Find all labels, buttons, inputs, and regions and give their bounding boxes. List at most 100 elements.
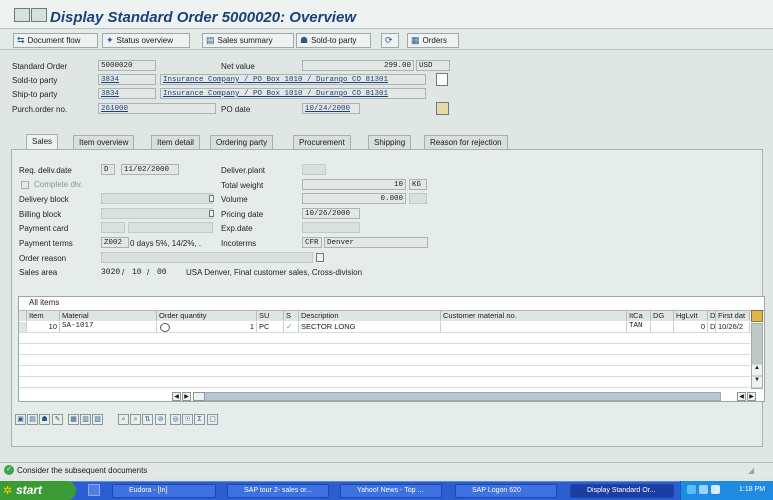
document-flow-button[interactable]: ⇆ Document flow <box>13 33 98 48</box>
deliver-plant-field[interactable] <box>302 164 326 175</box>
table-row-item[interactable]: 10 <box>27 322 60 333</box>
standard-order-field[interactable]: 5000020 <box>98 60 156 71</box>
tab-ordering-party[interactable]: Ordering party <box>210 135 274 149</box>
po-date-field[interactable]: 10/24/2000 <box>302 103 360 114</box>
tray-app-icon[interactable] <box>711 485 720 494</box>
scroll-right-icon-2[interactable]: ▶ <box>747 392 756 401</box>
req-deliv-date-field[interactable]: 11/02/2000 <box>121 164 179 175</box>
delivery-block-field[interactable] <box>101 193 213 204</box>
select-block-icon[interactable]: ▧ <box>92 414 103 425</box>
tray-network-icon[interactable] <box>687 485 696 494</box>
dropdown-icon[interactable] <box>316 253 324 262</box>
volume-field[interactable]: 0.000 <box>302 193 406 204</box>
item-schedule-icon[interactable]: ▤ <box>27 414 38 425</box>
tab-shipping[interactable]: Shipping <box>368 135 412 149</box>
taskbar-item-display-standard-order[interactable]: Display Standard Or... <box>570 484 674 498</box>
pricing-date-field[interactable]: 10/26/2000 <box>302 208 360 219</box>
table-row-material[interactable]: SA-1017 <box>60 322 157 333</box>
payment-card-type-field[interactable] <box>101 222 125 233</box>
column-header-d[interactable]: D <box>708 311 716 321</box>
configuration-button-icon[interactable]: ◎ <box>170 414 181 425</box>
scroll-left-icon[interactable]: ◀ <box>172 392 181 401</box>
delivery-block-dropdown-icon[interactable] <box>209 195 214 202</box>
tab-item-detail[interactable]: Item detail <box>151 135 200 149</box>
variants-icon[interactable]: ▢ <box>207 414 218 425</box>
row-selector-header[interactable] <box>19 311 27 321</box>
tab-item-overview[interactable]: Item overview <box>73 135 135 149</box>
sold-to-party-button[interactable]: ☗ Sold-to party <box>296 33 371 48</box>
column-header-itca[interactable]: ItCa <box>627 311 651 321</box>
order-reason-field[interactable] <box>101 252 313 263</box>
item-partners-icon[interactable]: ☗ <box>39 414 50 425</box>
column-header-description[interactable]: Description <box>299 311 441 321</box>
volume-unit-field[interactable] <box>409 193 427 204</box>
document-icon[interactable] <box>436 73 448 86</box>
incoterms-field[interactable]: CFR <box>302 237 322 248</box>
sold-to-address[interactable]: Insurance Company / PO Box 1010 / Durang… <box>160 74 426 85</box>
net-value-field[interactable]: 299.00 <box>302 60 414 71</box>
ship-to-party-field[interactable]: 3834 <box>98 88 156 99</box>
sales-summary-button[interactable]: ▤ Sales summary <box>202 33 294 48</box>
column-header-hglvit[interactable]: HgLvIt <box>674 311 708 321</box>
column-header-material[interactable]: Material <box>60 311 157 321</box>
complete-dlv-checkbox[interactable] <box>21 181 29 189</box>
taskbar-item-yahoo-news[interactable]: Yahoo! News - Top ... <box>340 484 442 498</box>
column-header-first-date[interactable]: First dat <box>716 311 750 321</box>
column-header-su[interactable]: SU <box>257 311 284 321</box>
taskbar-item-sap-logon[interactable]: SAP Logon 620 <box>455 484 557 498</box>
item-texts-icon[interactable]: ✎ <box>52 414 63 425</box>
tab-sales[interactable]: Sales <box>26 134 59 149</box>
item-details-icon[interactable]: ▣ <box>15 414 26 425</box>
horizontal-scroll-thumb[interactable] <box>193 392 205 401</box>
sort-icon[interactable]: ⇅ <box>142 414 153 425</box>
scroll-down-icon[interactable]: ▼ <box>752 377 762 387</box>
table-row-su[interactable]: PC <box>257 322 284 333</box>
tray-volume-icon[interactable] <box>699 485 708 494</box>
scroll-up-icon[interactable]: ▲ <box>752 365 762 375</box>
table-row-itca[interactable]: TAN <box>627 322 651 333</box>
pricing-icon[interactable]: ☉ <box>182 414 193 425</box>
configuration-icon[interactable] <box>160 323 170 332</box>
billing-block-dropdown-icon[interactable] <box>209 210 214 217</box>
table-settings-icon[interactable] <box>751 310 763 322</box>
column-header-item[interactable]: Item <box>27 311 60 321</box>
taskbar-item-eudora[interactable]: Eudora - [In] <box>112 484 216 498</box>
horizontal-scrollbar[interactable] <box>193 392 721 401</box>
scroll-left-icon-2[interactable]: ◀ <box>737 392 746 401</box>
quick-launch-icon[interactable] <box>88 484 100 496</box>
column-header-dg[interactable]: DG <box>651 311 674 321</box>
filter-icon[interactable]: ⊘ <box>155 414 166 425</box>
table-row-description[interactable]: SECTOR LONG <box>299 322 441 333</box>
weight-unit-field[interactable]: KG <box>409 179 427 190</box>
refresh-button[interactable]: ⟳ <box>381 33 399 48</box>
payment-card-number-field[interactable] <box>128 222 213 233</box>
select-all-icon[interactable]: ▦ <box>68 414 79 425</box>
find-icon[interactable]: ⌕ <box>118 414 129 425</box>
tab-reason-for-rejection[interactable]: Reason for rejection <box>424 135 508 149</box>
sum-icon[interactable]: Σ <box>194 414 205 425</box>
row-selector[interactable] <box>19 322 27 333</box>
column-header-customer-material[interactable]: Customer material no. <box>441 311 627 321</box>
incoterms-place-field[interactable]: Denver <box>324 237 428 248</box>
table-row-d[interactable]: D <box>708 322 716 333</box>
table-row-quantity[interactable]: 1 <box>157 322 257 333</box>
sold-to-party-field[interactable]: 3834 <box>98 74 156 85</box>
orders-button[interactable]: ▦ Orders <box>407 33 459 48</box>
vertical-scroll-thumb[interactable] <box>752 324 762 364</box>
exp-date-field[interactable] <box>302 222 360 233</box>
payment-terms-field[interactable]: Z002 <box>101 237 129 248</box>
column-header-order-quantity[interactable]: Order quantity <box>157 311 257 321</box>
req-deliv-date-type[interactable]: D <box>101 164 115 175</box>
find-next-icon[interactable]: ⌕ <box>130 414 141 425</box>
status-overview-button[interactable]: ✦ Status overview <box>102 33 190 48</box>
table-row-hglvit[interactable]: 0 <box>674 322 708 333</box>
tab-procurement[interactable]: Procurement <box>293 135 351 149</box>
deselect-all-icon[interactable]: ▥ <box>80 414 91 425</box>
purch-order-field[interactable]: 261000 <box>98 103 216 114</box>
system-menu-icon[interactable] <box>14 8 30 22</box>
layout-menu-icon[interactable] <box>31 8 47 22</box>
total-weight-field[interactable]: 10 <box>302 179 406 190</box>
taskbar-item-sap-tour[interactable]: SAP tour 2- sales or... <box>227 484 329 498</box>
table-row-customer-material[interactable] <box>441 322 627 333</box>
ship-to-address[interactable]: Insurance Company / PO Box 1010 / Durang… <box>160 88 426 99</box>
